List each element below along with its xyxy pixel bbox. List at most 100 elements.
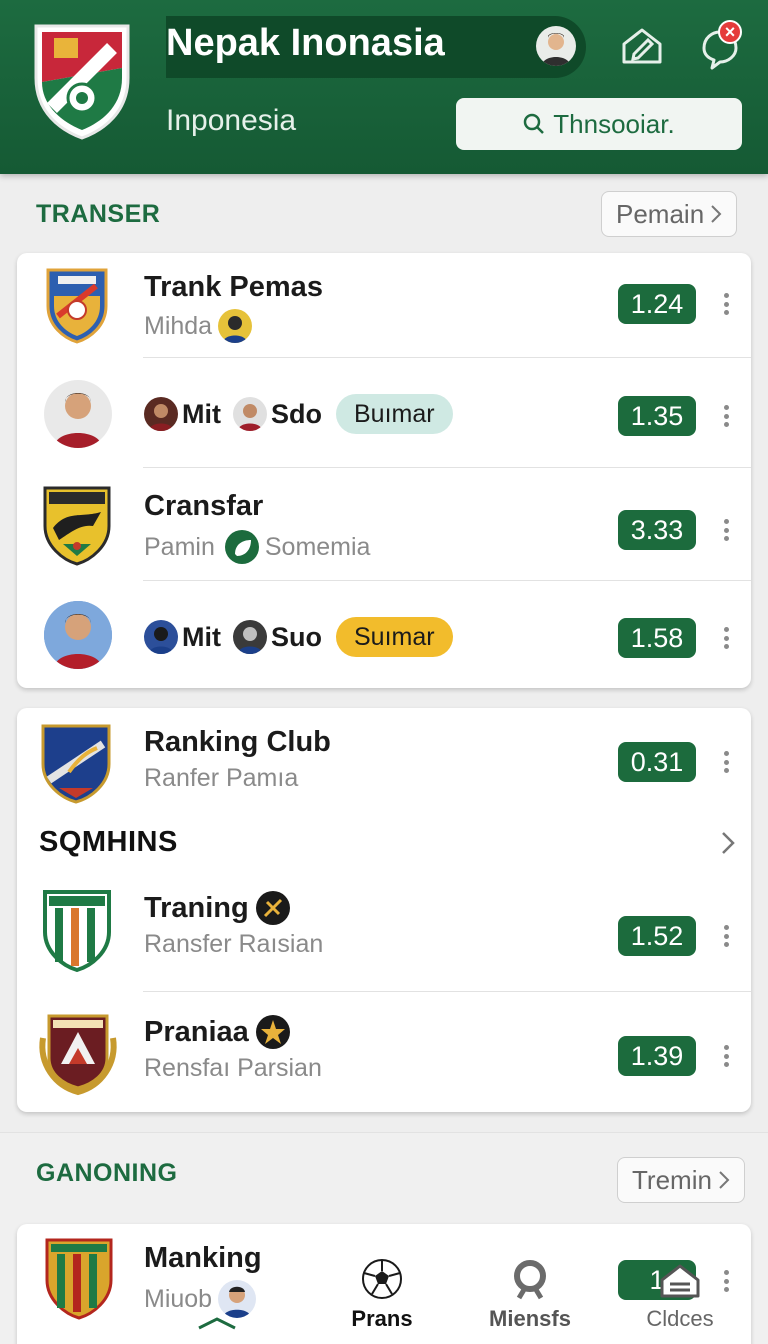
page-title: Nepak Inonasia: [166, 22, 445, 64]
club-crest-icon: [45, 1238, 113, 1320]
transfer-see-more-label: Pemain: [616, 198, 705, 229]
club-crest-icon: [43, 486, 111, 566]
more-options-icon[interactable]: [722, 293, 730, 315]
section-title-transfer: TRANSER: [36, 200, 161, 228]
player-avatar: [144, 620, 178, 654]
player-avatar: [218, 1280, 257, 1318]
notification-badge: ×: [718, 20, 742, 44]
odds-badge[interactable]: 1.58: [618, 618, 696, 658]
shield-edit-icon[interactable]: [618, 22, 666, 70]
row-subtitle: Mihda: [144, 309, 253, 343]
club-crest-icon: [34, 24, 130, 140]
odds-badge[interactable]: 1.24: [618, 284, 696, 324]
row-subtitle: Ranfer Pamıa: [144, 764, 299, 792]
more-options-icon[interactable]: [722, 405, 730, 427]
player-avatar: [232, 620, 267, 654]
status-tag: Suımar: [335, 617, 453, 657]
user-avatar-icon: [536, 26, 576, 66]
row-title: Manking: [144, 1242, 262, 1274]
club-card: Ranking Club Ranfer Pamıa 0.31 SQMHINS T…: [17, 708, 751, 1112]
list-item[interactable]: Praniaa Rensfaı Parsian 1.39: [17, 992, 751, 1112]
player-pair: Mit Sdo Buımar: [144, 394, 453, 434]
nav-item-cldces[interactable]: Cldces: [640, 1262, 720, 1332]
soccer-ball-icon: [362, 1259, 402, 1299]
club-crest-icon: [43, 890, 111, 972]
trophy-badge-icon: [255, 1015, 290, 1049]
search-button-label: Thnsooiar.: [553, 108, 675, 139]
row-subtitle-text: Miuob: [144, 1284, 213, 1313]
row-title-text: Praniaa: [144, 1015, 249, 1048]
search-icon: [514, 1260, 546, 1300]
row-title: Cransfar: [144, 490, 264, 522]
more-options-icon[interactable]: [722, 1045, 730, 1067]
row-title: Ranking Club: [144, 726, 331, 758]
list-item[interactable]: Mit Sdo Buımar 1.35: [17, 358, 751, 468]
search-icon: [524, 113, 545, 134]
page-subtitle: Inponesia: [166, 104, 297, 137]
row-title-text: Traning: [144, 891, 249, 924]
chat-notification-button[interactable]: ×: [696, 20, 748, 72]
nav-item-prans[interactable]: Prans: [350, 1258, 414, 1332]
notification-badge-label: ×: [724, 21, 736, 42]
trophy-badge-icon: [255, 891, 290, 925]
player-name: Mit: [182, 398, 221, 429]
nav-label: Prans: [351, 1306, 413, 1331]
odds-badge[interactable]: 1.35: [618, 396, 696, 436]
odds-badge[interactable]: 0.31: [618, 742, 696, 782]
odds-badge[interactable]: 1.39: [618, 1036, 696, 1076]
chevron-right-icon: [719, 1171, 730, 1189]
list-item[interactable]: Mit Suo Suımar 1.58: [17, 581, 751, 688]
row-subtitle-text: Mihda: [144, 311, 213, 340]
player-avatar: [218, 309, 253, 343]
list-item[interactable]: Trank Pemas Mihda 1.24: [17, 253, 751, 358]
nav-label: Cldces: [646, 1306, 714, 1331]
player-avatar: [232, 397, 267, 431]
club-crest-icon: [39, 1014, 117, 1096]
home-icon: [660, 1264, 700, 1298]
row-subtitle-text: Pamin: [144, 532, 215, 561]
more-options-icon[interactable]: [722, 751, 730, 773]
player-avatar: [144, 397, 178, 431]
nav-label: Miensfs: [489, 1306, 571, 1331]
odds-badge[interactable]: 3.33: [618, 510, 696, 550]
player-avatar: [44, 601, 112, 669]
club-crest-icon: [46, 268, 108, 344]
row-subtitle: Miuob: [144, 1280, 257, 1318]
odds-badge[interactable]: 1.52: [618, 916, 696, 956]
chevron-right-icon[interactable]: [719, 830, 737, 856]
transfer-card: Trank Pemas Mihda 1.24 Mit Sdo Buımar 1.…: [17, 253, 751, 688]
more-options-icon[interactable]: [722, 519, 730, 541]
section-title-ganoning: GANONING: [36, 1159, 178, 1187]
player-name: Mit: [182, 621, 221, 652]
leaf-icon: [224, 530, 259, 564]
search-button[interactable]: Thnsooiar.: [456, 98, 742, 150]
row-title: Trank Pemas: [144, 271, 323, 303]
club-crest-icon: [41, 724, 111, 804]
status-tag: Buımar: [335, 394, 453, 434]
ganoning-see-more-label: Tremin: [632, 1164, 712, 1195]
row-title: Traning: [144, 890, 291, 926]
transfer-see-more-button[interactable]: Pemain: [601, 191, 738, 237]
chevron-up-icon[interactable]: [195, 1316, 239, 1330]
player-avatar: [44, 380, 112, 448]
player-name: Suo: [270, 621, 322, 652]
row-subtitle: Ransfer Raısian: [144, 930, 324, 958]
list-item[interactable]: Traning Ransfer Raısian 1.52: [17, 870, 751, 992]
more-options-icon[interactable]: [722, 1270, 730, 1292]
player-name: Sdo: [270, 398, 322, 429]
row-subtitle: Rensfaı Parsian: [144, 1054, 322, 1082]
chevron-right-icon: [711, 205, 722, 223]
player-pair: Mit Suo Suımar: [144, 617, 453, 657]
ganoning-see-more-button[interactable]: Tremin: [617, 1157, 745, 1203]
list-item[interactable]: Ranking Club Ranfer Pamıa 0.31: [17, 708, 751, 808]
list-item[interactable]: Cransfar Pamin Somemia 3.33: [17, 468, 751, 581]
row-subtitle: Pamin Somemia: [144, 530, 370, 564]
section-title-squad: SQMHINS: [39, 826, 178, 858]
app-header: Nepak Inonasia Inponesia × Thnsooiar.: [0, 0, 768, 174]
more-options-icon[interactable]: [722, 627, 730, 649]
nav-item-miensfs[interactable]: Miensfs: [488, 1258, 572, 1332]
row-title: Praniaa: [144, 1014, 291, 1050]
more-options-icon[interactable]: [722, 925, 730, 947]
user-avatar[interactable]: [536, 26, 576, 66]
row-subtitle-text: Somemia: [264, 532, 371, 561]
